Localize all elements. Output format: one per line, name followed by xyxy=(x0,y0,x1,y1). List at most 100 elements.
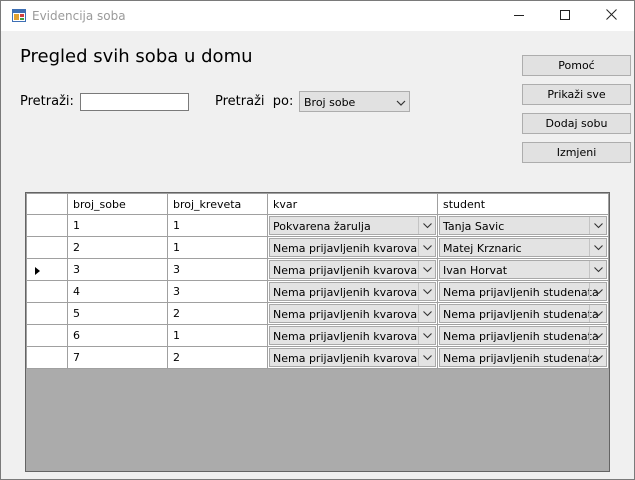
column-header-kvar[interactable]: kvar xyxy=(267,193,438,215)
minimize-icon xyxy=(514,10,524,23)
add-room-button[interactable]: Dodaj sobu xyxy=(522,113,631,134)
student-value: Ivan Horvat xyxy=(443,264,508,277)
chevron-down-icon xyxy=(418,349,435,366)
help-button[interactable]: Pomoć xyxy=(522,55,631,76)
table-row[interactable]: 6 1 Nema prijavljenih kvarova Nema prijavlj… xyxy=(26,324,609,347)
chevron-down-icon xyxy=(589,349,606,366)
kvar-combobox[interactable]: Nema prijavljenih kvarova xyxy=(269,260,436,279)
table-row[interactable]: 2 1 Nema prijavljenih kvarova Matej Krznari… xyxy=(26,236,609,259)
kvar-combobox[interactable]: Nema prijavljenih kvarova xyxy=(269,238,436,257)
chevron-down-icon xyxy=(589,327,606,344)
student-combobox[interactable]: Nema prijavljenih studenata xyxy=(439,282,607,301)
row-header-cell[interactable] xyxy=(26,214,68,237)
minimize-button[interactable] xyxy=(496,1,542,31)
cell-broj-sobe[interactable]: 5 xyxy=(67,302,168,325)
table-row[interactable]: 1 1 Pokvarena žarulja Tanja Savic xyxy=(26,214,609,237)
chevron-down-icon xyxy=(418,239,435,256)
cell-broj-sobe[interactable]: 6 xyxy=(67,324,168,347)
chevron-down-icon xyxy=(418,305,435,322)
student-value: Nema prijavljenih studenata xyxy=(443,308,599,321)
table-row[interactable]: 4 3 Nema prijavljenih kvarova Nema prijavlj… xyxy=(26,280,609,303)
kvar-combobox[interactable]: Nema prijavljenih kvarova xyxy=(269,304,436,323)
row-header-cell[interactable] xyxy=(26,324,68,347)
cell-student: Ivan Horvat xyxy=(437,258,609,281)
chevron-down-icon xyxy=(589,217,606,234)
kvar-value: Nema prijavljenih kvarova xyxy=(273,352,418,365)
cell-kvar: Nema prijavljenih kvarova xyxy=(267,280,438,303)
chevron-down-icon xyxy=(396,97,406,110)
page-title: Pregled svih soba u domu xyxy=(20,46,253,67)
cell-broj-kreveta[interactable]: 3 xyxy=(167,258,268,281)
student-value: Tanja Savic xyxy=(443,220,505,233)
maximize-icon xyxy=(560,9,570,23)
row-header-cell[interactable] xyxy=(26,280,68,303)
student-combobox[interactable]: Nema prijavljenih studenata xyxy=(439,326,607,345)
corner-header-cell[interactable] xyxy=(26,193,68,215)
edit-button[interactable]: Izmjeni xyxy=(522,142,631,163)
cell-broj-kreveta[interactable]: 3 xyxy=(167,280,268,303)
table-row[interactable]: 7 2 Nema prijavljenih kvarova Nema prijavlj… xyxy=(26,346,609,369)
column-header-broj-kreveta[interactable]: broj_kreveta xyxy=(167,193,268,215)
student-value: Nema prijavljenih studenata xyxy=(443,352,599,365)
cell-student: Nema prijavljenih studenata xyxy=(437,302,609,325)
cell-broj-kreveta[interactable]: 1 xyxy=(167,324,268,347)
cell-broj-kreveta[interactable]: 1 xyxy=(167,236,268,259)
student-combobox[interactable]: Matej Krznaric xyxy=(439,238,607,257)
app-window: Evidencija soba Pregled svih soba u domu… xyxy=(0,0,635,480)
cell-kvar: Nema prijavljenih kvarova xyxy=(267,324,438,347)
title-bar[interactable]: Evidencija soba xyxy=(1,1,634,31)
cell-student: Nema prijavljenih studenata xyxy=(437,324,609,347)
kvar-combobox[interactable]: Pokvarena žarulja xyxy=(269,216,436,235)
window-title: Evidencija soba xyxy=(32,9,126,23)
cell-broj-sobe[interactable]: 2 xyxy=(67,236,168,259)
cell-kvar: Nema prijavljenih kvarova xyxy=(267,236,438,259)
app-window-icon xyxy=(12,9,26,22)
maximize-button[interactable] xyxy=(542,1,588,31)
cell-student: Matej Krznaric xyxy=(437,236,609,259)
search-by-label: Pretraži po: xyxy=(215,94,294,109)
kvar-combobox[interactable]: Nema prijavljenih kvarova xyxy=(269,326,436,345)
close-icon xyxy=(605,9,617,23)
current-row-arrow-icon xyxy=(35,265,40,278)
kvar-combobox[interactable]: Nema prijavljenih kvarova xyxy=(269,282,436,301)
table-row[interactable]: 3 3 Nema prijavljenih kvarova Ivan Horvat xyxy=(26,258,609,281)
show-all-button[interactable]: Prikaži sve xyxy=(522,84,631,105)
rooms-table: broj_sobe broj_kreveta kvar student 1 1 Po… xyxy=(26,193,609,369)
search-label: Pretraži: xyxy=(20,94,74,109)
search-by-select[interactable]: Broj sobe xyxy=(299,91,410,112)
cell-broj-kreveta[interactable]: 2 xyxy=(167,346,268,369)
student-value: Nema prijavljenih studenata xyxy=(443,286,599,299)
row-header-cell[interactable] xyxy=(26,236,68,259)
kvar-combobox[interactable]: Nema prijavljenih kvarova xyxy=(269,348,436,367)
row-header-cell[interactable] xyxy=(26,258,68,281)
column-header-broj-sobe[interactable]: broj_sobe xyxy=(67,193,168,215)
student-value: Matej Krznaric xyxy=(443,242,522,255)
chevron-down-icon xyxy=(589,239,606,256)
chevron-down-icon xyxy=(418,261,435,278)
search-input[interactable] xyxy=(80,93,189,111)
cell-broj-kreveta[interactable]: 1 xyxy=(167,214,268,237)
chevron-down-icon xyxy=(589,283,606,300)
row-header-cell[interactable] xyxy=(26,302,68,325)
cell-broj-sobe[interactable]: 4 xyxy=(67,280,168,303)
close-button[interactable] xyxy=(588,1,634,31)
student-combobox[interactable]: Ivan Horvat xyxy=(439,260,607,279)
cell-broj-kreveta[interactable]: 2 xyxy=(167,302,268,325)
kvar-value: Nema prijavljenih kvarova xyxy=(273,308,418,321)
cell-broj-sobe[interactable]: 1 xyxy=(67,214,168,237)
student-combobox[interactable]: Nema prijavljenih studenata xyxy=(439,304,607,323)
cell-kvar: Nema prijavljenih kvarova xyxy=(267,346,438,369)
cell-kvar: Nema prijavljenih kvarova xyxy=(267,302,438,325)
client-area: Pregled svih soba u domu Pretraži: Pretr… xyxy=(1,31,634,479)
chevron-down-icon xyxy=(418,283,435,300)
cell-broj-sobe[interactable]: 3 xyxy=(67,258,168,281)
cell-broj-sobe[interactable]: 7 xyxy=(67,346,168,369)
student-combobox[interactable]: Nema prijavljenih studenata xyxy=(439,348,607,367)
table-row[interactable]: 5 2 Nema prijavljenih kvarova Nema prijavlj… xyxy=(26,302,609,325)
chevron-down-icon xyxy=(418,327,435,344)
student-combobox[interactable]: Tanja Savic xyxy=(439,216,607,235)
rooms-data-grid[interactable]: broj_sobe broj_kreveta kvar student 1 1 Po… xyxy=(25,192,610,472)
row-header-cell[interactable] xyxy=(26,346,68,369)
chevron-down-icon xyxy=(589,305,606,322)
column-header-student[interactable]: student xyxy=(437,193,609,215)
